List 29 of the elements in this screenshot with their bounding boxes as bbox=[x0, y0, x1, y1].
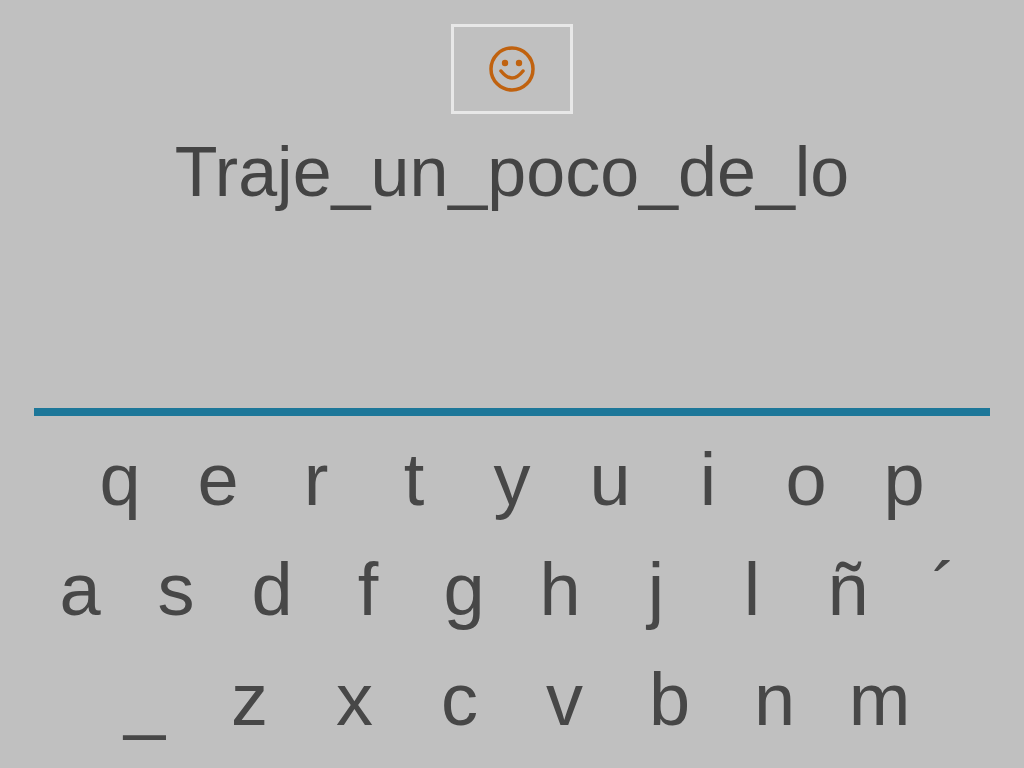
letter-key[interactable]: x bbox=[302, 658, 407, 742]
letter-key[interactable]: b bbox=[617, 658, 722, 742]
letter-key[interactable]: s bbox=[128, 548, 224, 632]
letter-key[interactable]: _ bbox=[92, 658, 197, 742]
letter-key[interactable]: m bbox=[827, 658, 932, 742]
smiley-icon bbox=[487, 44, 537, 94]
letter-key[interactable]: j bbox=[608, 548, 704, 632]
letter-key[interactable]: f bbox=[320, 548, 416, 632]
letter-key[interactable]: c bbox=[407, 658, 512, 742]
letter-key[interactable]: ´ bbox=[896, 548, 992, 632]
letter-key[interactable]: n bbox=[722, 658, 827, 742]
phrase-text: Traje_un_poco_de_lo bbox=[174, 132, 850, 212]
letter-key[interactable]: e bbox=[169, 438, 267, 522]
letter-key[interactable]: o bbox=[757, 438, 855, 522]
letter-key[interactable]: i bbox=[659, 438, 757, 522]
letter-key[interactable]: r bbox=[267, 438, 365, 522]
letter-key[interactable]: v bbox=[512, 658, 617, 742]
letter-key[interactable]: ñ bbox=[800, 548, 896, 632]
letter-key[interactable]: u bbox=[561, 438, 659, 522]
letter-key[interactable]: z bbox=[197, 658, 302, 742]
letter-key[interactable]: h bbox=[512, 548, 608, 632]
letter-key[interactable]: g bbox=[416, 548, 512, 632]
letter-key[interactable]: l bbox=[704, 548, 800, 632]
letter-key[interactable]: y bbox=[463, 438, 561, 522]
letter-key[interactable]: t bbox=[365, 438, 463, 522]
letter-key[interactable]: a bbox=[32, 548, 128, 632]
letter-key[interactable]: p bbox=[855, 438, 953, 522]
letter-key[interactable]: q bbox=[71, 438, 169, 522]
letter-key[interactable]: d bbox=[224, 548, 320, 632]
